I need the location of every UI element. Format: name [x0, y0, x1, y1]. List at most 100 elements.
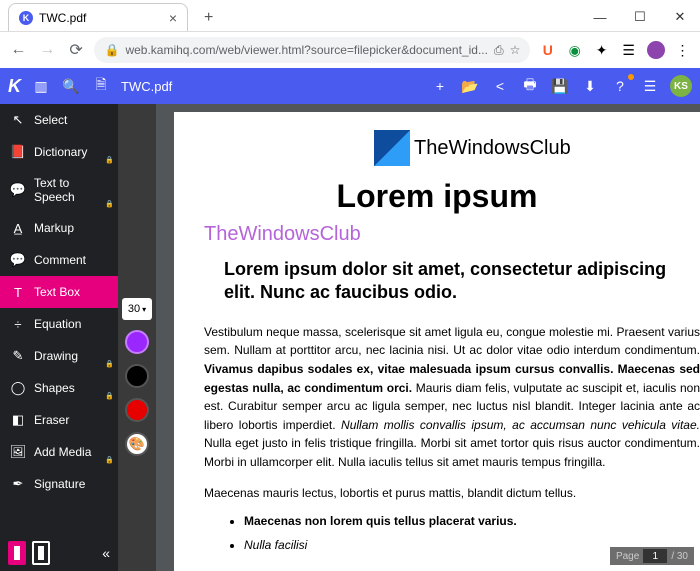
lock-icon: 🔒 [104, 43, 119, 57]
back-button[interactable]: ← [8, 39, 29, 61]
open-icon[interactable]: 📂 [460, 76, 480, 96]
tool-text-box[interactable]: T Text Box [0, 276, 118, 308]
ext-u-icon[interactable]: U [538, 40, 557, 60]
tool-label: Eraser [34, 413, 69, 427]
kami-toolbar: K ▥ 🔍 🗎 TWC.pdf + 📂 < 🖶 💾 ⬇ ? ☰ KS [0, 68, 700, 104]
extensions-icon[interactable]: ✦ [592, 40, 611, 60]
tab-favicon: K [19, 11, 33, 25]
watermark-text: TheWindowsClub [204, 223, 700, 246]
font-size-selector[interactable]: 30 [122, 298, 152, 320]
lock-badge-icon: 🔒 [105, 392, 114, 400]
tool-equation[interactable]: ÷ Equation [0, 308, 118, 340]
page-logo: TheWindowsClub [374, 130, 700, 166]
tool-label: Text to Speech [34, 176, 108, 204]
tool-label: Shapes [34, 381, 75, 395]
color-swatch-3[interactable] [125, 398, 149, 422]
markup-icon: A̲ [10, 220, 26, 236]
main-area: ↖Select📕Dictionary🔒💬Text to Speech🔒A̲Mar… [0, 104, 700, 571]
browser-titlebar: K TWC.pdf × + — ☐ ✕ [0, 0, 700, 32]
menu-icon[interactable]: ⋮ [673, 40, 692, 60]
tool-eraser[interactable]: ◧ Eraser [0, 404, 118, 436]
logo-text: TheWindowsClub [414, 137, 571, 160]
translate-icon[interactable]: ⎙ [494, 43, 504, 58]
forward-button[interactable]: → [37, 39, 58, 61]
tool-shapes[interactable]: ◯Shapes🔒 [0, 372, 118, 404]
tab-close-icon[interactable]: × [169, 10, 177, 26]
media-icon: 🖼 [10, 444, 26, 460]
tool-signature[interactable]: ✒ Signature [0, 468, 118, 500]
tool-label: Signature [34, 477, 85, 491]
address-bar: ← → ⟳ 🔒 web.kamihq.com/web/viewer.html?s… [0, 32, 700, 68]
color-swatch-1[interactable] [125, 330, 149, 354]
sidebar-toggle-icon[interactable]: ▥ [31, 76, 51, 96]
profile-avatar[interactable] [646, 40, 665, 60]
maximize-button[interactable]: ☐ [620, 3, 660, 31]
star-icon[interactable]: ☆ [510, 43, 521, 57]
color-swatch-2[interactable] [125, 364, 149, 388]
view-mode-dual[interactable] [32, 541, 50, 565]
tool-comment[interactable]: 💬 Comment [0, 244, 118, 276]
help-icon[interactable]: ? [610, 76, 630, 96]
tool-label: Drawing [34, 349, 78, 363]
textbox-options-panel: 30 🎨 [118, 104, 156, 571]
add-icon[interactable]: + [430, 76, 450, 96]
document-subheading: Lorem ipsum dolor sit amet, consectetur … [224, 258, 700, 305]
user-avatar[interactable]: KS [670, 75, 692, 97]
print-icon[interactable]: 🖶 [520, 76, 540, 96]
search-icon[interactable]: 🔍 [61, 76, 81, 96]
body-paragraph-1: Vestibulum neque massa, scelerisque sit … [204, 323, 700, 472]
document-viewer[interactable]: TheWindowsClub Lorem ipsum TheWindowsClu… [156, 104, 700, 571]
minimize-button[interactable]: — [580, 3, 620, 31]
pager-total: / 30 [671, 551, 688, 562]
share-icon[interactable]: < [490, 76, 510, 96]
tool-dictionary[interactable]: 📕 Dictionary 🔒 [0, 136, 118, 168]
reload-button[interactable]: ⟳ [66, 39, 87, 61]
tool-label: Equation [34, 317, 81, 331]
draw-icon: ✎ [10, 348, 26, 364]
color-picker-icon[interactable]: 🎨 [125, 432, 149, 456]
tool-label: Select [34, 113, 67, 127]
textbox-icon: T [10, 284, 26, 300]
tool-sidebar: ↖Select📕Dictionary🔒💬Text to Speech🔒A̲Mar… [0, 104, 118, 571]
tool-text-to-speech[interactable]: 💬 Text to Speech🔒 [0, 168, 118, 212]
pdf-page: TheWindowsClub Lorem ipsum TheWindowsClu… [174, 112, 700, 571]
tool-select[interactable]: ↖Select [0, 104, 118, 136]
lock-badge-icon: 🔒 [105, 200, 114, 208]
page-number-input[interactable] [643, 549, 667, 563]
logo-square-icon [374, 130, 410, 166]
browser-tab[interactable]: K TWC.pdf × [8, 3, 188, 31]
collapse-sidebar-icon[interactable]: « [102, 545, 110, 561]
page-indicator: Page / 30 [610, 547, 694, 565]
tool-drawing[interactable]: ✎Drawing🔒 [0, 340, 118, 372]
ext-green-icon[interactable]: ◉ [565, 40, 584, 60]
url-field[interactable]: 🔒 web.kamihq.com/web/viewer.html?source=… [94, 37, 530, 63]
sign-icon: ✒ [10, 476, 26, 492]
comment-icon: 💬 [10, 252, 26, 268]
kami-logo[interactable]: K [8, 76, 21, 97]
download-icon[interactable]: ⬇ [580, 76, 600, 96]
eraser-icon: ◧ [10, 412, 26, 428]
speech-icon: 💬 [10, 182, 26, 198]
tool-label: Dictionary [34, 145, 87, 159]
new-tab-button[interactable]: + [196, 5, 221, 31]
tool-label: Add Media [34, 445, 91, 459]
save-icon[interactable]: 💾 [550, 76, 570, 96]
tool-label: Comment [34, 253, 86, 267]
lock-badge-icon: 🔒 [105, 156, 114, 164]
lock-badge-icon: 🔒 [105, 456, 114, 464]
equation-icon: ÷ [10, 316, 26, 332]
view-mode-single[interactable] [8, 541, 26, 565]
tab-title: TWC.pdf [39, 11, 86, 25]
tool-label: Markup [34, 221, 74, 235]
tool-label: Text Box [34, 285, 80, 299]
close-button[interactable]: ✕ [660, 3, 700, 31]
document-filename: TWC.pdf [121, 79, 172, 94]
reading-list-icon[interactable]: ☰ [619, 40, 638, 60]
pager-label: Page [616, 551, 639, 562]
tool-markup[interactable]: A̲ Markup [0, 212, 118, 244]
book-icon: 📕 [10, 144, 26, 160]
menu-button[interactable]: ☰ [640, 76, 660, 96]
tool-add-media[interactable]: 🖼 Add Media 🔒 [0, 436, 118, 468]
body-paragraph-2: Maecenas mauris lectus, lobortis et puru… [204, 484, 700, 503]
url-text: web.kamihq.com/web/viewer.html?source=fi… [125, 43, 488, 57]
